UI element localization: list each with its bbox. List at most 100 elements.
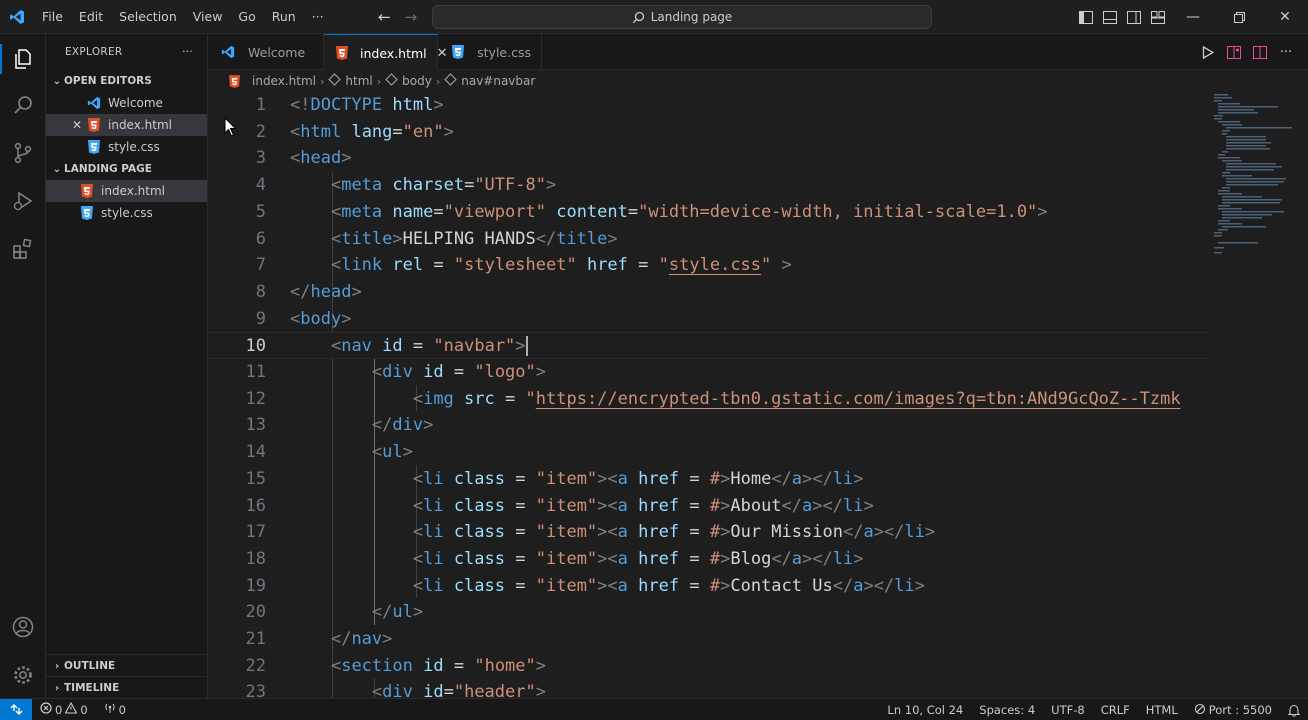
- outline-section[interactable]: › OUTLINE: [46, 654, 208, 677]
- broadcast-icon: [1194, 703, 1206, 718]
- explorer-icon[interactable]: [0, 36, 46, 82]
- tab-label: index.html: [360, 45, 427, 61]
- close-editor-icon[interactable]: ✕: [72, 118, 82, 132]
- open-editor-style-css[interactable]: style.css: [46, 136, 207, 158]
- code-content: <title>HELPING HANDS</title>: [330, 228, 618, 249]
- manage-gear-icon[interactable]: [0, 652, 46, 698]
- html-icon: [336, 45, 348, 61]
- toggle-secondary-sidebar-icon[interactable]: [1122, 0, 1146, 34]
- breadcrumb-file[interactable]: index.html: [252, 74, 316, 88]
- extensions-icon[interactable]: [0, 226, 46, 272]
- ports-indicator[interactable]: 0: [96, 702, 134, 717]
- problems-indicator[interactable]: 0 0: [32, 701, 96, 717]
- breadcrumb-html[interactable]: html: [345, 74, 372, 88]
- code-line: 12 <img src = "https://encrypted-tbn0.gs…: [208, 386, 1208, 413]
- breadcrumb-nav[interactable]: nav#navbar: [461, 74, 535, 88]
- close-window-icon[interactable]: ✕: [1262, 0, 1308, 34]
- code-line: 11 <div id = "logo">: [208, 359, 1208, 386]
- forward-arrow-icon[interactable]: →: [405, 8, 418, 26]
- open-editor-label: index.html: [108, 118, 172, 132]
- code-editor[interactable]: 1 <!DOCTYPE html> 2 <html lang="en"> 3 <hea…: [208, 92, 1308, 698]
- back-arrow-icon[interactable]: ←: [378, 8, 391, 26]
- explorer-header: EXPLORER ···: [46, 34, 207, 70]
- toggle-panel-icon[interactable]: [1098, 0, 1122, 34]
- line-number: 14: [245, 442, 266, 463]
- explorer-title: EXPLORER: [65, 46, 123, 58]
- code-content: </head>: [290, 281, 362, 302]
- file-index-html[interactable]: index.html: [46, 180, 207, 202]
- explorer-more-icon[interactable]: ···: [182, 46, 193, 58]
- line-number: 21: [245, 629, 266, 649]
- open-preview-icon[interactable]: [1224, 42, 1244, 62]
- code-line: 9 <body>: [208, 306, 1208, 333]
- menu-run[interactable]: Run: [264, 0, 304, 34]
- window-controls: — ✕: [1074, 0, 1308, 34]
- file-style-css[interactable]: style.css: [46, 202, 207, 224]
- vscode-icon: [86, 95, 102, 111]
- file-label: style.css: [101, 206, 153, 220]
- line-number: 9: [255, 308, 266, 329]
- menu-selection[interactable]: Selection: [111, 0, 185, 34]
- file-encoding[interactable]: UTF-8: [1043, 703, 1093, 717]
- more-actions-icon[interactable]: ···: [1276, 42, 1296, 62]
- line-number: 22: [245, 655, 266, 676]
- minimap[interactable]: [1212, 92, 1294, 292]
- customize-layout-icon[interactable]: [1146, 0, 1170, 34]
- open-editors-label: OPEN EDITORS: [64, 75, 152, 87]
- tab-welcome[interactable]: Welcome: [208, 34, 324, 70]
- open-editors-section[interactable]: ⌄ OPEN EDITORS: [46, 70, 207, 92]
- breadcrumb-body[interactable]: body: [402, 74, 432, 88]
- code-line-current: 10 <nav id = "navbar">: [208, 332, 1208, 359]
- chevron-right-icon: ›: [435, 74, 441, 88]
- vertical-scrollbar[interactable]: [1294, 92, 1302, 698]
- code-line: 16 <li class = "item"><a href = #>About<…: [208, 493, 1208, 520]
- menu-go[interactable]: Go: [230, 0, 263, 34]
- search-icon[interactable]: [0, 82, 46, 128]
- explorer-sidebar: EXPLORER ··· ⌄ OPEN EDITORS Welcome ✕ in…: [46, 34, 208, 698]
- menu-file[interactable]: File: [34, 0, 71, 34]
- code-content: <li class = "item"><a href = #>Our Missi…: [412, 522, 936, 543]
- indentation[interactable]: Spaces: 4: [971, 703, 1043, 717]
- open-editor-welcome[interactable]: Welcome: [46, 92, 207, 114]
- code-line: 15 <li class = "item"><a href = #>Home</…: [208, 466, 1208, 493]
- split-editor-icon[interactable]: [1250, 42, 1270, 62]
- run-and-debug-icon[interactable]: [0, 178, 46, 224]
- css-icon: [79, 205, 95, 221]
- restore-icon[interactable]: [1216, 0, 1262, 34]
- landing-page-folder[interactable]: ⌄ LANDING PAGE: [46, 158, 207, 180]
- menu-more[interactable]: ···: [304, 0, 332, 34]
- toggle-primary-sidebar-icon[interactable]: [1074, 0, 1098, 34]
- open-editor-index-html[interactable]: ✕ index.html: [46, 114, 207, 136]
- css-icon: [86, 139, 102, 155]
- remote-indicator-icon[interactable]: [0, 698, 32, 720]
- open-editor-label: style.css: [108, 140, 160, 154]
- code-content: <li class = "item"><a href = #>Blog</a><…: [412, 548, 864, 569]
- language-mode[interactable]: HTML: [1138, 703, 1186, 717]
- notifications-bell-icon[interactable]: [1280, 704, 1308, 717]
- line-number: 18: [245, 548, 266, 569]
- html-icon: [86, 117, 102, 133]
- cursor-position[interactable]: Ln 10, Col 24: [879, 703, 971, 717]
- chevron-right-icon: ›: [54, 660, 60, 672]
- code-line: 22 <section id = "home">: [208, 653, 1208, 680]
- line-number: 23: [245, 682, 266, 698]
- minimize-icon[interactable]: —: [1170, 0, 1216, 34]
- menu-view[interactable]: View: [185, 0, 231, 34]
- tab-style-css[interactable]: style.css: [438, 34, 542, 70]
- accounts-icon[interactable]: [0, 604, 46, 650]
- end-of-line[interactable]: CRLF: [1093, 703, 1138, 717]
- code-line: 13 </div>: [208, 412, 1208, 439]
- source-control-icon[interactable]: [0, 130, 46, 176]
- run-file-icon[interactable]: [1198, 42, 1218, 62]
- warning-icon: [64, 701, 78, 717]
- menu-edit[interactable]: Edit: [71, 0, 111, 34]
- status-bar-right: Ln 10, Col 24 Spaces: 4 UTF-8 CRLF HTML …: [879, 699, 1308, 720]
- code-content: <li class = "item"><a href = #>Contact U…: [412, 575, 925, 596]
- code-line: 20 </ul>: [208, 599, 1208, 626]
- code-content: <html lang="en">: [290, 121, 454, 142]
- command-center-search[interactable]: Landing page: [432, 5, 932, 29]
- timeline-section[interactable]: › TIMELINE: [46, 676, 208, 699]
- live-server-port[interactable]: Port : 5500: [1186, 703, 1280, 718]
- line-number: 1: [255, 95, 266, 115]
- tab-index-html[interactable]: index.html ✕: [324, 34, 448, 71]
